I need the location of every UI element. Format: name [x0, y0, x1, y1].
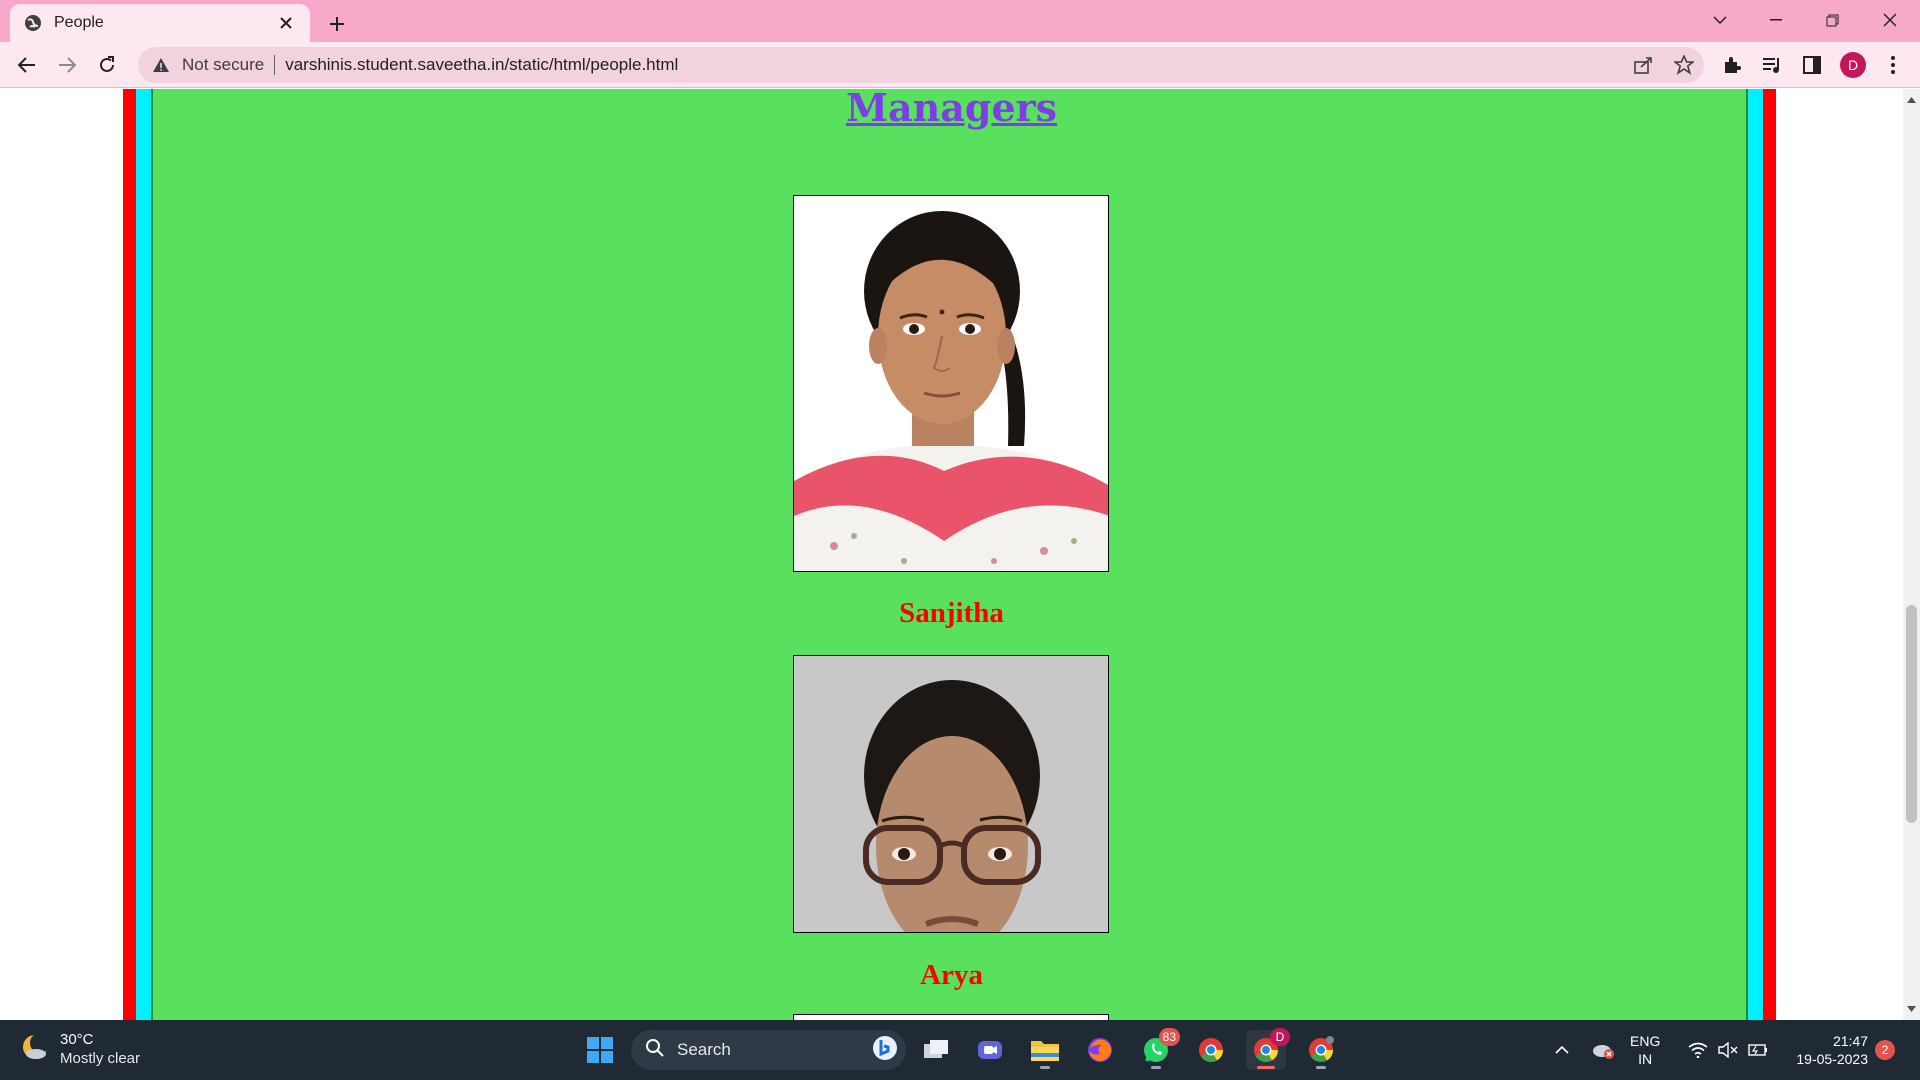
content-panel: Managers Sanjitha Arya: [151, 89, 1748, 1020]
tab-title: People: [54, 14, 104, 31]
onedrive-error-icon[interactable]: [1588, 1030, 1618, 1070]
chrome-icon[interactable]: [1191, 1030, 1231, 1070]
moon-weather-icon: [20, 1032, 50, 1067]
manager-name-2: Arya: [920, 959, 983, 991]
windows-taskbar: 30°C Mostly clear Search 83 D ENG IN 21:…: [0, 1020, 1920, 1080]
teams-chat-icon[interactable]: [970, 1030, 1010, 1070]
manager-name-1: Sanjitha: [899, 597, 1004, 629]
side-panel-icon[interactable]: [1796, 49, 1828, 81]
active-indicator: [1257, 1066, 1275, 1069]
battery-icon[interactable]: [1744, 1030, 1772, 1070]
running-indicator: [1316, 1066, 1326, 1069]
language-line2: IN: [1638, 1051, 1653, 1067]
chrome-guest-icon[interactable]: [1301, 1030, 1341, 1070]
manager-photo-2: [793, 655, 1109, 933]
menu-kebab-icon[interactable]: [1877, 49, 1909, 81]
page-heading[interactable]: Managers: [153, 89, 1750, 130]
file-explorer-icon[interactable]: [1025, 1030, 1065, 1070]
search-label: Search: [677, 1040, 731, 1059]
weather-condition: Mostly clear: [60, 1050, 141, 1067]
scrollbar-thumb[interactable]: [1906, 605, 1917, 823]
tab-search-icon[interactable]: [1692, 0, 1748, 40]
url-text[interactable]: varshinis.student.saveetha.in/static/htm…: [285, 55, 1624, 75]
wifi-icon[interactable]: [1684, 1030, 1712, 1070]
notification-badge[interactable]: 2: [1875, 1040, 1895, 1060]
extensions-icon[interactable]: [1716, 49, 1748, 81]
whatsapp-icon[interactable]: 83: [1136, 1028, 1180, 1070]
browser-toolbar: Not secure varshinis.student.saveetha.in…: [0, 42, 1920, 88]
page-scrollbar[interactable]: [1903, 89, 1920, 1020]
weather-temp: 30°C: [60, 1031, 94, 1048]
task-view-icon[interactable]: [916, 1030, 956, 1070]
globe-icon: [24, 14, 42, 32]
media-controls-icon[interactable]: [1756, 49, 1788, 81]
security-label[interactable]: Not secure: [182, 55, 264, 75]
profile-avatar[interactable]: D: [1837, 49, 1869, 81]
omnibox-divider: [274, 55, 276, 75]
running-indicator: [1040, 1066, 1050, 1069]
bookmark-star-icon[interactable]: [1664, 49, 1704, 81]
manager-photo-1: [793, 195, 1109, 572]
show-hidden-icons-chevron-icon[interactable]: [1550, 1030, 1574, 1070]
scroll-down-icon[interactable]: [1907, 1004, 1916, 1013]
language-indicator[interactable]: ENG IN: [1630, 1032, 1660, 1068]
tab-people[interactable]: People: [10, 4, 310, 42]
running-indicator: [1151, 1066, 1161, 1069]
share-icon[interactable]: [1624, 49, 1664, 81]
clock-date: 19-05-2023: [1796, 1051, 1868, 1067]
chrome-profile-d-icon[interactable]: D: [1246, 1028, 1290, 1070]
page-viewport: Managers Sanjitha Arya: [0, 89, 1920, 1020]
start-windows-icon[interactable]: [580, 1030, 620, 1070]
address-bar[interactable]: Not secure varshinis.student.saveetha.in…: [138, 47, 1704, 83]
profile-initial: D: [1840, 52, 1866, 78]
firefox-icon[interactable]: [1080, 1030, 1120, 1070]
search-icon: [645, 1038, 665, 1063]
scroll-up-icon[interactable]: [1907, 95, 1916, 104]
browser-tabstrip: People: [0, 0, 1920, 42]
taskbar-search[interactable]: Search: [631, 1030, 906, 1070]
chrome-profile-badge: D: [1270, 1028, 1290, 1046]
volume-muted-icon[interactable]: [1714, 1030, 1742, 1070]
bing-icon[interactable]: [872, 1035, 898, 1066]
system-clock[interactable]: 21:47 19-05-2023: [1780, 1032, 1868, 1068]
reload-icon[interactable]: [91, 49, 123, 81]
whatsapp-badge: 83: [1158, 1028, 1180, 1046]
warning-icon[interactable]: [152, 56, 170, 74]
tab-close-icon[interactable]: [276, 13, 296, 33]
restore-icon[interactable]: [1804, 0, 1860, 40]
minimize-icon[interactable]: [1748, 0, 1804, 40]
back-icon[interactable]: [11, 49, 43, 81]
close-window-icon[interactable]: [1862, 0, 1918, 40]
clock-time: 21:47: [1832, 1033, 1868, 1049]
new-tab-button[interactable]: [322, 9, 352, 39]
forward-icon[interactable]: [51, 49, 83, 81]
language-line1: ENG: [1630, 1033, 1661, 1049]
weather-widget[interactable]: 30°C Mostly clear: [20, 1030, 140, 1068]
